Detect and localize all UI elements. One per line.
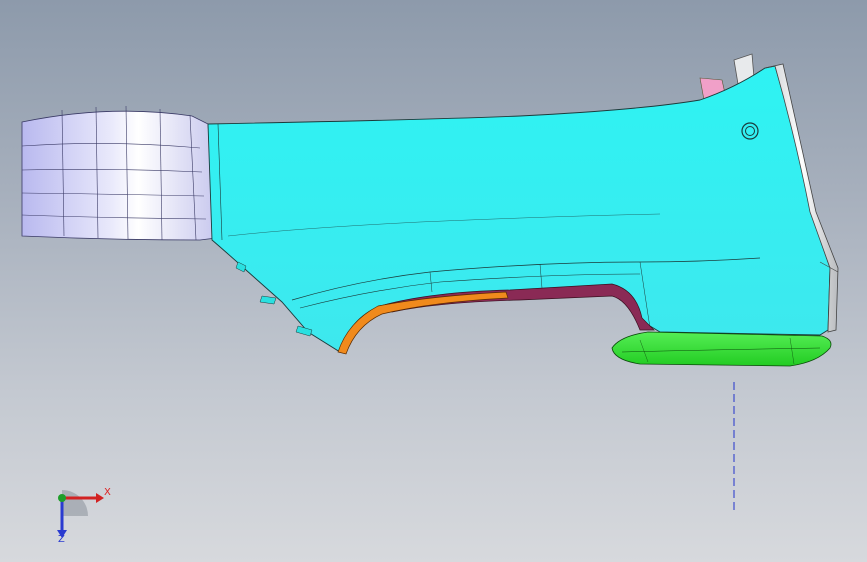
- cad-model-view[interactable]: [0, 0, 867, 562]
- graphics-viewport[interactable]: X Z: [0, 0, 867, 562]
- x-axis-label: X: [104, 487, 111, 498]
- y-axis-dot-icon: [58, 494, 66, 502]
- air-duct[interactable]: [21, 105, 217, 241]
- coordinate-triad: X Z: [40, 478, 130, 548]
- x-arrow-icon: [96, 493, 104, 503]
- step-tray[interactable]: [611, 331, 832, 367]
- triad-graphic: [57, 490, 104, 538]
- fender-panel[interactable]: [207, 65, 831, 353]
- z-axis-label: Z: [58, 534, 65, 545]
